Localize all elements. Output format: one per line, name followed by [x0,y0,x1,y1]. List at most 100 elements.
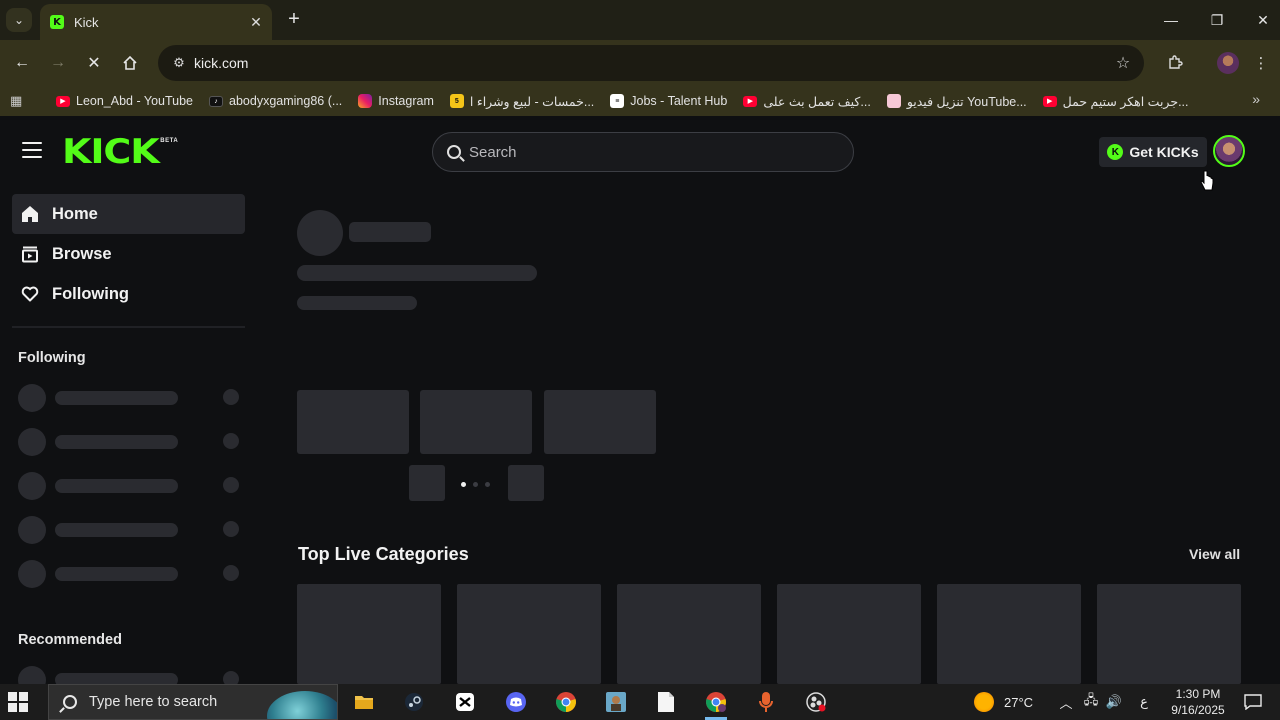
jobs-icon: ≡ [610,94,625,108]
featured-name-skeleton [349,222,431,242]
home-icon [20,205,40,223]
browser-tab-kick[interactable]: K Kick ✕ [40,4,272,40]
user-avatar[interactable] [1213,135,1245,167]
recommended-heading: Recommended [18,632,122,648]
puzzle-icon [1169,55,1183,69]
stop-loading-button[interactable]: ✕ [80,50,108,76]
profile-avatar [1217,52,1239,74]
carousel-dot[interactable] [461,482,466,487]
beta-badge: BETA [160,138,179,144]
sidebar-item-home[interactable]: Home [12,194,245,234]
youtube-icon: ▶ [1042,95,1057,107]
category-card-skeleton[interactable] [1097,584,1241,684]
capcut-icon[interactable] [450,688,480,716]
tab-search-button[interactable]: ⌄ [6,8,32,32]
taskbar-clock[interactable]: 1:30 PM 9/16/2025 [1162,686,1234,718]
show-hidden-icons-button[interactable]: ︿ [1058,684,1074,720]
address-bar[interactable]: ⚙ kick.com ☆ [158,45,1144,81]
chevron-down-icon: ⌄ [13,13,25,27]
chrome-profile-icon[interactable] [701,688,731,720]
sun-weather-icon [974,692,994,712]
restore-button[interactable]: ❐ [1194,0,1240,40]
carousel-next-button[interactable] [508,465,544,501]
category-card-skeleton[interactable] [777,584,921,684]
sidebar-divider [12,326,245,328]
document-file-icon[interactable] [651,688,681,716]
search-bar[interactable] [432,132,854,172]
url-text[interactable]: kick.com [194,55,1108,71]
weather-widget[interactable]: 27°C [974,684,1033,720]
clock-time: 1:30 PM [1175,687,1221,701]
network-icon[interactable]: 🖧 [1082,684,1100,720]
bookmark-item[interactable]: ▶ كيف تعمل بث على... [735,89,878,113]
browser-menu-button[interactable]: ⋮ [1250,50,1272,76]
category-card-skeleton[interactable] [617,584,761,684]
clock-date: 9/16/2025 [1171,703,1225,717]
search-highlight-globe-icon [267,691,337,719]
bookmark-label: جربت اهكر ستيم حمل... [1062,94,1189,109]
steam-icon[interactable] [399,688,429,716]
bookmark-star-icon[interactable]: ☆ [1108,53,1138,73]
microphone-icon[interactable] [751,688,781,716]
carousel-prev-button[interactable] [409,465,445,501]
view-all-link[interactable]: View all [1189,546,1240,562]
bookmark-item[interactable]: ♪ abodyxgaming86 (... [201,89,350,113]
double-chevron-right-icon[interactable]: » [1252,91,1260,107]
youtube-icon: ▶ [56,95,70,107]
tab-close-icon[interactable]: ✕ [244,14,268,31]
get-kicks-button[interactable]: K Get KICKs [1099,137,1207,167]
chrome-icon[interactable] [551,688,581,716]
browser-tab-strip: ⌄ K Kick ✕ + — ❐ ✕ [0,0,1280,40]
category-card-skeleton[interactable] [457,584,601,684]
mouse-cursor-icon [1200,170,1214,191]
bookmark-item[interactable]: Instagram [350,89,442,113]
carousel-card-skeleton[interactable] [297,390,409,454]
close-window-button[interactable]: ✕ [1240,0,1280,40]
search-icon [63,695,77,709]
forward-button[interactable]: → [44,50,72,76]
tab-title: Kick [74,14,99,30]
extensions-button[interactable] [1162,50,1188,76]
home-button[interactable] [116,50,144,76]
sidebar-item-following[interactable]: Following [12,274,245,314]
game-app-icon[interactable] [601,688,631,716]
apps-grid-icon[interactable]: ▦ [10,93,30,109]
taskbar-search-placeholder: Type here to search [89,694,218,710]
sidebar-item-browse[interactable]: Browse [12,234,245,274]
carousel-card-skeleton[interactable] [544,390,656,454]
windows-start-icon[interactable] [8,692,28,712]
list-item-skeleton [18,384,240,412]
profile-button[interactable] [1214,50,1242,76]
hamburger-menu-icon[interactable] [22,142,42,158]
category-card-skeleton[interactable] [297,584,441,684]
following-heading: Following [18,350,86,366]
bookmark-item[interactable]: ≡ Jobs - Talent Hub [602,89,735,113]
list-item-skeleton [18,472,240,500]
discord-icon[interactable] [501,688,531,716]
volume-icon[interactable]: 🔊 [1105,684,1123,720]
obs-recording-icon[interactable] [801,688,831,716]
sidebar-item-label: Browse [52,244,112,263]
carousel-dot[interactable] [485,482,490,487]
minimize-button[interactable]: — [1148,0,1194,40]
bookmark-item[interactable]: 5 خمسات - لبيع وشراء ا... [442,89,602,113]
notification-center-icon[interactable] [1242,684,1264,720]
file-explorer-icon[interactable] [349,688,379,716]
carousel-card-skeleton[interactable] [420,390,532,454]
arrow-left-icon: ← [14,54,30,71]
instagram-icon [358,94,373,108]
bookmark-item[interactable]: تنزيل فيديو YouTube... [879,89,1035,113]
site-settings-icon[interactable]: ⚙ [166,55,192,71]
new-tab-button[interactable]: + [283,9,305,31]
bookmark-item[interactable]: ▶ Leon_Abd - YouTube [48,89,201,113]
carousel-dot[interactable] [473,482,478,487]
input-language-indicator[interactable]: ع [1137,684,1151,720]
category-card-skeleton[interactable] [937,584,1081,684]
featured-avatar-skeleton [297,210,343,256]
bookmark-item[interactable]: ▶ جربت اهكر ستيم حمل... [1035,89,1197,113]
bookmark-label: Jobs - Talent Hub [630,94,728,108]
taskbar-search-box[interactable]: Type here to search [48,684,338,720]
back-button[interactable]: ← [8,50,36,76]
search-input[interactable] [469,143,829,161]
kick-logo[interactable]: KICK BETA [62,135,179,169]
